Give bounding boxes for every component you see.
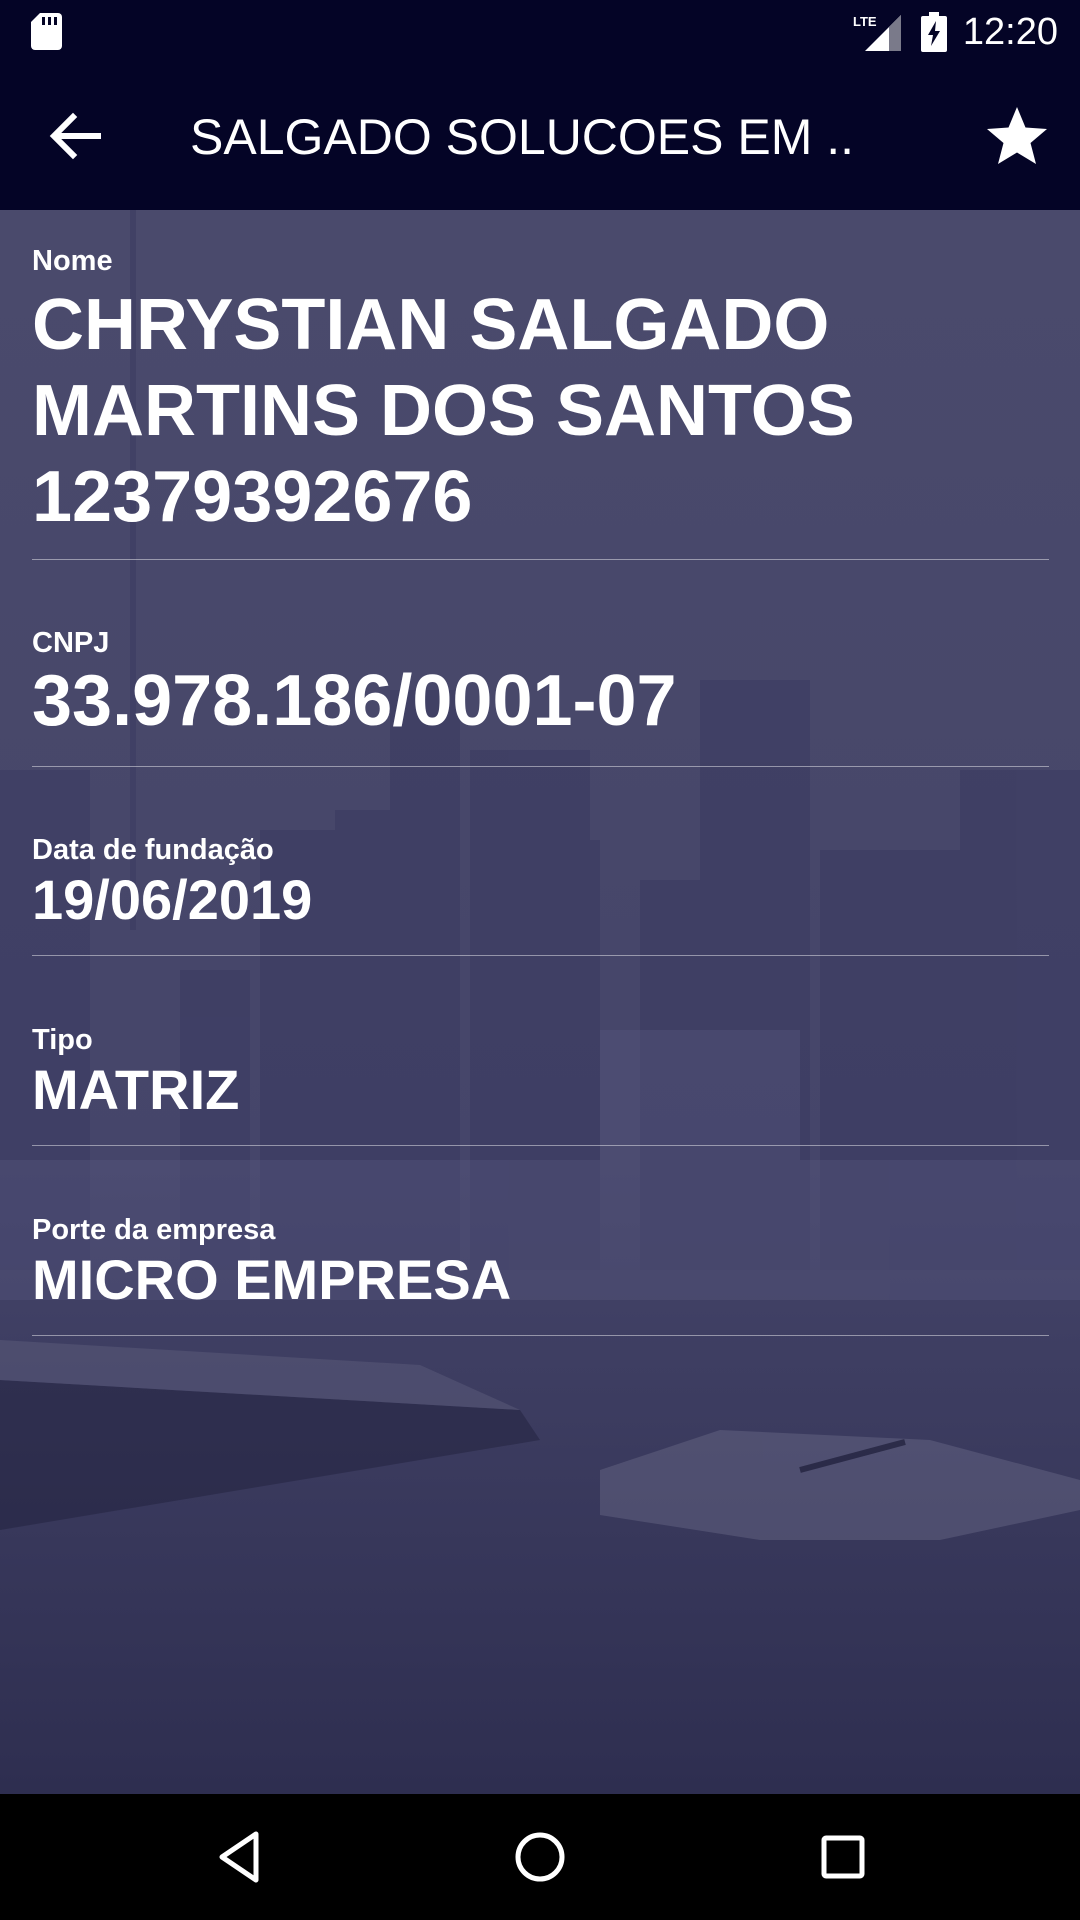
tipo-label: Tipo [32, 1024, 93, 1056]
recents-icon[interactable] [808, 1822, 878, 1892]
field-nome: Nome CHRYSTIAN SALGADO MARTINS DOS SANTO… [32, 244, 1049, 560]
cnpj-label: CNPJ [32, 627, 110, 659]
battery-charging-icon [921, 12, 947, 52]
field-tipo: Tipo MATRIZ [32, 1023, 1049, 1146]
sd-card-icon [31, 13, 62, 50]
cnpj-value: 33.978.186/0001-07 [32, 661, 677, 741]
nome-value-line: MARTINS DOS SANTOS [32, 371, 855, 451]
company-details: Nome CHRYSTIAN SALGADO MARTINS DOS SANTO… [0, 210, 1080, 1794]
arrow-back-icon[interactable] [40, 101, 110, 171]
nome-value-line: CHRYSTIAN SALGADO [32, 285, 830, 365]
status-bar: LTE 12:20 [0, 0, 1080, 63]
signal-icon: LTE [853, 14, 901, 51]
data-fundacao-value: 19/06/2019 [32, 868, 313, 931]
network-type-label: LTE [853, 14, 877, 29]
porte-value: MICRO EMPRESA [32, 1248, 512, 1311]
nome-value: CHRYSTIAN SALGADO MARTINS DOS SANTOS 123… [32, 282, 1049, 540]
nome-value-line: 12379392676 [32, 457, 473, 537]
star-icon[interactable] [982, 101, 1052, 171]
nav-back-icon[interactable] [206, 1822, 276, 1892]
nome-label: Nome [32, 245, 113, 277]
system-nav-bar [0, 1794, 1080, 1920]
field-cnpj: CNPJ 33.978.186/0001-07 [32, 626, 1049, 767]
data-fundacao-label: Data de fundação [32, 834, 274, 866]
page-title: SALGADO SOLUCOES EM ... [190, 109, 850, 165]
field-porte: Porte da empresa MICRO EMPRESA [32, 1213, 1049, 1336]
app-bar: SALGADO SOLUCOES EM ... [0, 63, 1080, 210]
status-clock: 12:20 [962, 11, 1058, 53]
field-data-fundacao: Data de fundação 19/06/2019 [32, 833, 1049, 956]
porte-label: Porte da empresa [32, 1214, 276, 1246]
tipo-value: MATRIZ [32, 1058, 240, 1121]
home-icon[interactable] [505, 1822, 575, 1892]
